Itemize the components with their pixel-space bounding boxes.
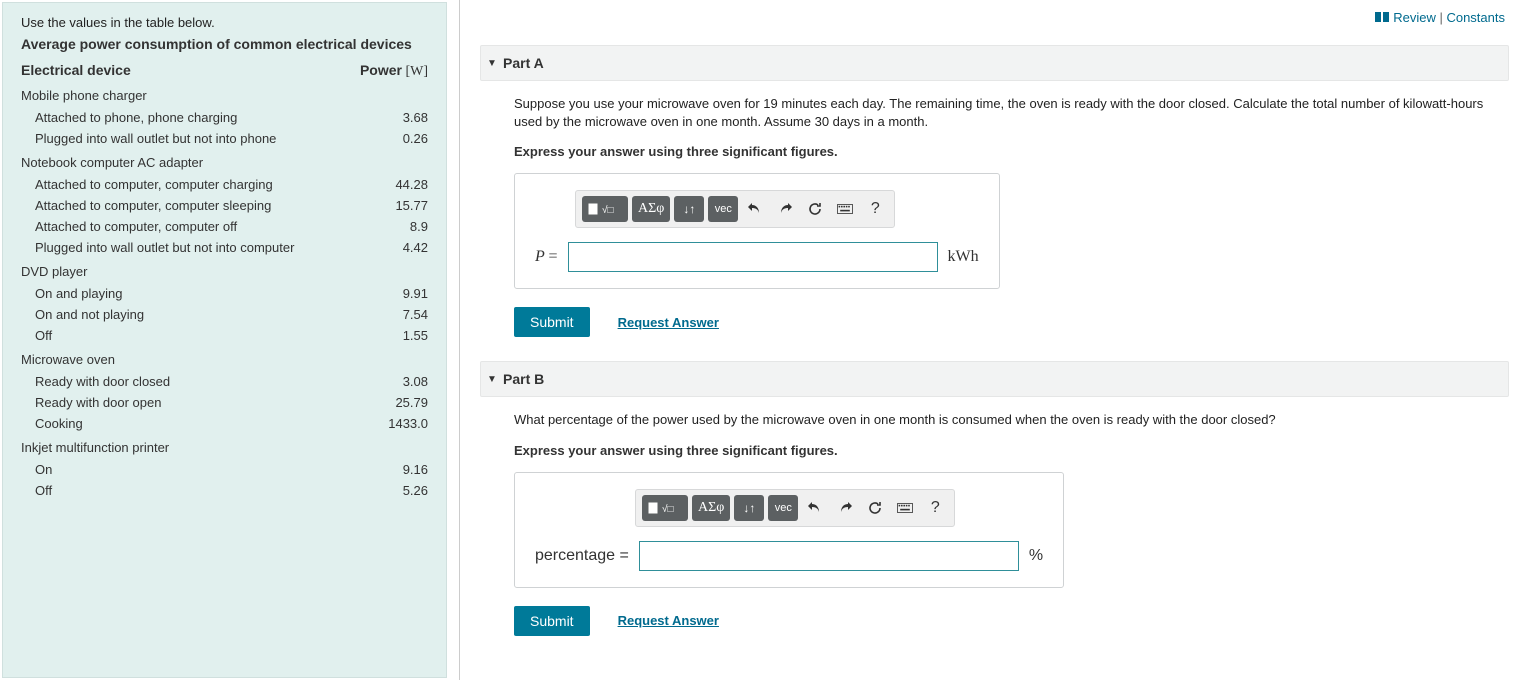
sort-button[interactable]: ↓↑	[734, 495, 764, 521]
table-section-head: Notebook computer AC adapter	[21, 155, 428, 170]
table-header: Electrical device Power [W]	[21, 62, 428, 80]
table-row: On and not playing7.54	[21, 304, 428, 325]
undo-icon[interactable]	[742, 196, 768, 222]
reset-icon[interactable]	[862, 495, 888, 521]
greek-button[interactable]: ΑΣφ	[632, 196, 670, 222]
table-row: Cooking1433.0	[21, 413, 428, 434]
part-a-answer-box: √□ ΑΣφ ↓↑ vec ? P = kWh	[514, 173, 1000, 289]
greek-button[interactable]: ΑΣφ	[692, 495, 730, 521]
table-row: Off5.26	[21, 480, 428, 501]
svg-text:√□: √□	[602, 204, 614, 216]
table-row: Attached to computer, computer sleeping1…	[21, 195, 428, 216]
table-row: Plugged into wall outlet but not into ph…	[21, 128, 428, 149]
table-row: Ready with door open25.79	[21, 392, 428, 413]
part-b-answer-box: √□ ΑΣφ ↓↑ vec ? percentage = %	[514, 472, 1064, 588]
vec-button[interactable]: vec	[708, 196, 738, 222]
table-row: On and playing9.91	[21, 283, 428, 304]
part-b-header[interactable]: Part B	[480, 361, 1509, 397]
part-b-var: percentage =	[535, 547, 629, 565]
table-row: Off1.55	[21, 325, 428, 346]
vec-button[interactable]: vec	[768, 495, 798, 521]
sort-button[interactable]: ↓↑	[674, 196, 704, 222]
table-row: Ready with door closed3.08	[21, 371, 428, 392]
col-device: Electrical device	[21, 62, 131, 80]
keyboard-icon[interactable]	[832, 196, 858, 222]
answer-toolbar-b: √□ ΑΣφ ↓↑ vec ?	[635, 489, 955, 527]
table-body: Mobile phone charger Attached to phone, p…	[21, 88, 428, 501]
table-intro: Use the values in the table below.	[21, 15, 428, 30]
reference-table-panel: Use the values in the table below. Avera…	[2, 2, 447, 678]
part-a-unit: kWh	[948, 248, 979, 266]
table-row: Attached to computer, computer off8.9	[21, 216, 428, 237]
table-row: On9.16	[21, 459, 428, 480]
part-b-input[interactable]	[639, 541, 1019, 571]
part-a-body: Suppose you use your microwave oven for …	[480, 95, 1509, 361]
part-a-prompt: Suppose you use your microwave oven for …	[514, 95, 1509, 130]
table-row: Attached to phone, phone charging3.68	[21, 107, 428, 128]
table-section-head: Inkjet multifunction printer	[21, 440, 428, 455]
book-icon	[1375, 12, 1389, 27]
redo-icon[interactable]	[832, 495, 858, 521]
part-a-request-answer[interactable]: Request Answer	[618, 315, 719, 330]
table-section-head: Mobile phone charger	[21, 88, 428, 103]
help-icon[interactable]: ?	[922, 495, 948, 521]
table-title: Average power consumption of common elec…	[21, 36, 428, 52]
part-a-hint: Express your answer using three signific…	[514, 144, 1509, 159]
part-a-var: P =	[535, 248, 558, 266]
constants-link[interactable]: Constants	[1446, 10, 1505, 25]
part-b-prompt: What percentage of the power used by the…	[514, 411, 1509, 429]
keyboard-icon[interactable]	[892, 495, 918, 521]
table-section-head: DVD player	[21, 264, 428, 279]
part-a-submit-button[interactable]: Submit	[514, 307, 590, 337]
part-b-body: What percentage of the power used by the…	[480, 411, 1509, 660]
part-b-unit: %	[1029, 547, 1043, 565]
part-a-input[interactable]	[568, 242, 938, 272]
part-a-header[interactable]: Part A	[480, 45, 1509, 81]
top-links: Review | Constants	[480, 0, 1509, 45]
review-link[interactable]: Review	[1393, 10, 1436, 25]
svg-text:√□: √□	[662, 503, 674, 515]
question-panel: Review | Constants Part A Suppose you us…	[470, 0, 1519, 680]
redo-icon[interactable]	[772, 196, 798, 222]
part-b-request-answer[interactable]: Request Answer	[618, 613, 719, 628]
help-icon[interactable]: ?	[862, 196, 888, 222]
template-button[interactable]: √□	[642, 495, 688, 521]
undo-icon[interactable]	[802, 495, 828, 521]
table-row: Attached to computer, computer charging4…	[21, 174, 428, 195]
table-row: Plugged into wall outlet but not into co…	[21, 237, 428, 258]
part-b-submit-button[interactable]: Submit	[514, 606, 590, 636]
part-b-hint: Express your answer using three signific…	[514, 443, 1509, 458]
template-button[interactable]: √□	[582, 196, 628, 222]
vertical-divider	[459, 0, 460, 680]
table-section-head: Microwave oven	[21, 352, 428, 367]
answer-toolbar-a: √□ ΑΣφ ↓↑ vec ?	[575, 190, 895, 228]
reset-icon[interactable]	[802, 196, 828, 222]
col-power: Power [W]	[360, 62, 428, 80]
